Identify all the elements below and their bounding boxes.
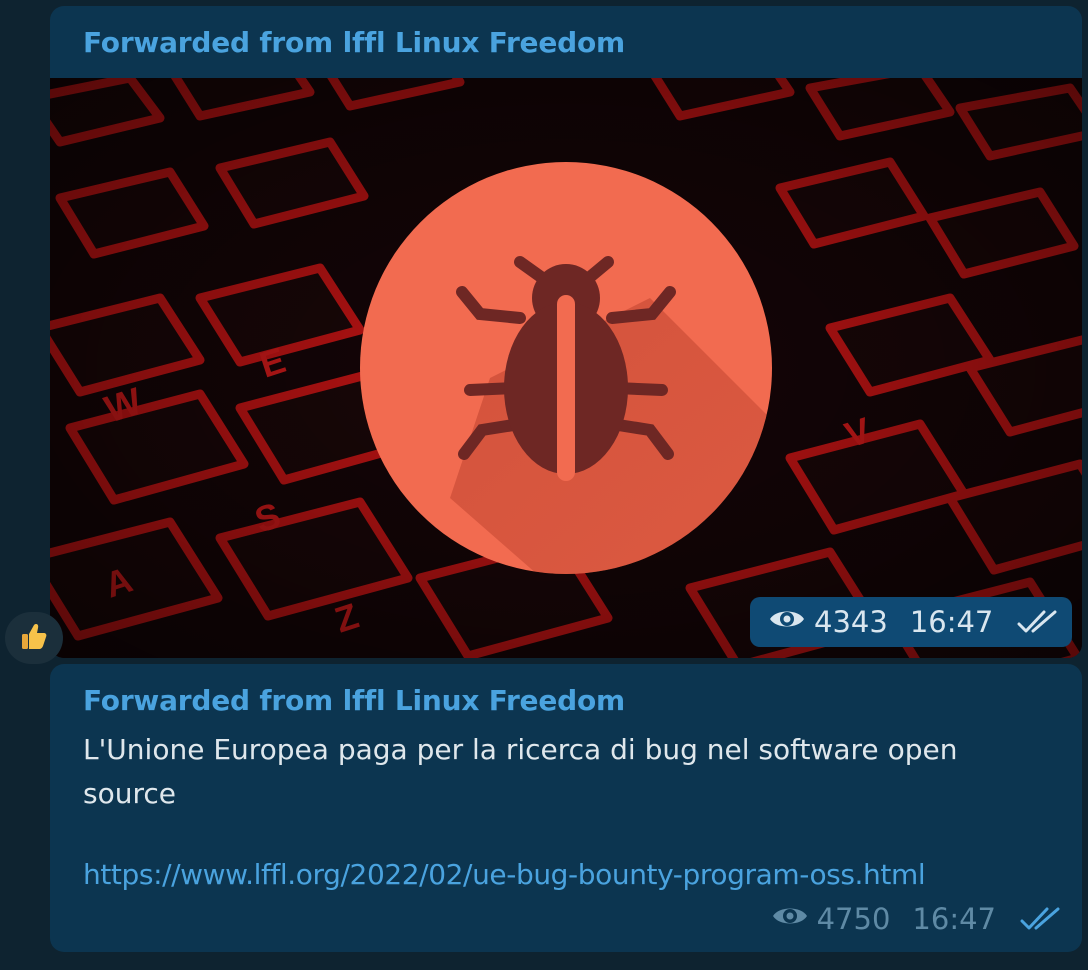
message-link[interactable]: https://www.lffl.org/2022/02/ue-bug-boun… bbox=[83, 858, 926, 891]
reaction-badge[interactable] bbox=[5, 612, 63, 664]
forwarded-from-link[interactable]: Forwarded from lffl Linux Freedom bbox=[83, 684, 625, 717]
eye-icon bbox=[768, 605, 806, 639]
message-bubble-text[interactable]: Forwarded from lffl Linux Freedom L'Unio… bbox=[50, 664, 1082, 952]
double-check-icon bbox=[1020, 907, 1062, 931]
keyboard-photo: W E S A Z V bbox=[50, 78, 1082, 658]
view-count: 4750 bbox=[816, 902, 891, 936]
chat-view: Forwarded from lffl Linux Freedom 4343 1… bbox=[0, 0, 1088, 970]
eye-icon bbox=[771, 902, 809, 936]
message-meta: 4750 16:47 bbox=[771, 902, 1062, 936]
message-text: L'Unione Europea paga per la ricerca di … bbox=[83, 733, 958, 810]
message-bubble-photo[interactable]: Forwarded from lffl Linux Freedom 4343 1… bbox=[50, 6, 1082, 658]
photo-meta-overlay: 4343 16:47 bbox=[750, 597, 1072, 647]
message-photo[interactable]: W E S A Z V bbox=[50, 78, 1082, 658]
message-time: 16:47 bbox=[909, 605, 994, 639]
message-time: 16:47 bbox=[912, 902, 996, 936]
forwarded-from-link[interactable]: Forwarded from lffl Linux Freedom bbox=[83, 26, 625, 59]
view-count: 4343 bbox=[814, 605, 888, 639]
double-check-icon bbox=[1017, 610, 1059, 634]
thumbs-up-icon bbox=[19, 621, 49, 655]
